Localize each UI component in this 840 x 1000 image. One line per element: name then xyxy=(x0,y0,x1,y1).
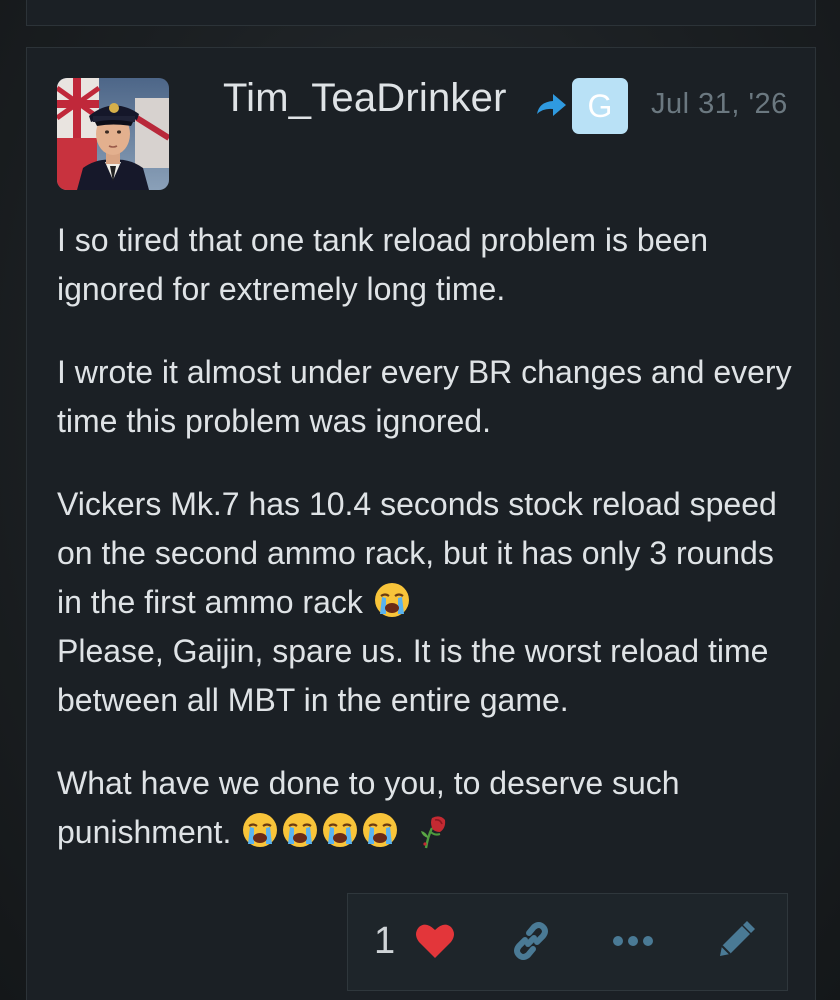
wilted-rose-emoji xyxy=(412,810,452,850)
paragraph-2: I wrote it almost under every BR changes… xyxy=(57,354,792,439)
loudly-crying-face-emoji xyxy=(372,580,412,620)
pencil-icon[interactable] xyxy=(712,918,758,964)
reply-arrow-icon[interactable] xyxy=(533,90,569,120)
post-actions: 1 xyxy=(347,893,788,991)
previous-post-card xyxy=(26,0,816,26)
heart-icon[interactable] xyxy=(414,921,456,961)
paragraph-1: I so tired that one tank reload problem … xyxy=(57,222,709,307)
more-dots-icon[interactable] xyxy=(610,924,656,958)
username[interactable]: Tim_TeaDrinker xyxy=(223,76,507,121)
paragraph-3: Vickers Mk.7 has 10.4 seconds stock relo… xyxy=(57,480,795,627)
paragraph-5: What have we done to you, to deserve suc… xyxy=(57,759,795,857)
post-body: I so tired that one tank reload problem … xyxy=(57,216,795,891)
post-date[interactable]: Jul 31, '26 xyxy=(651,88,788,121)
paragraph-3-text: Vickers Mk.7 has 10.4 seconds stock relo… xyxy=(57,486,777,620)
post-card: Tim_TeaDrinker G Jul 31, '26 I so tired … xyxy=(26,47,816,1000)
group-badge[interactable]: G xyxy=(572,78,628,134)
link-icon[interactable] xyxy=(508,918,554,964)
user-avatar[interactable] xyxy=(57,78,169,190)
loudly-crying-face-emoji xyxy=(280,810,320,850)
loudly-crying-face-emoji xyxy=(360,810,400,850)
loudly-crying-face-emoji xyxy=(320,810,360,850)
paragraph-4: Please, Gaijin, spare us. It is the wors… xyxy=(57,633,769,718)
like-count[interactable]: 1 xyxy=(374,920,395,963)
loudly-crying-face-emoji xyxy=(240,810,280,850)
